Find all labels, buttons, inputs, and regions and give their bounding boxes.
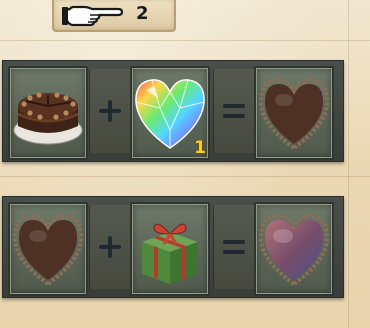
result-slot[interactable] [254,66,334,160]
selection-counter[interactable]: 2 [52,0,176,32]
chocolate-cake-icon [13,92,83,145]
background-line [0,40,370,41]
equals-operator: = [213,69,255,153]
equals-icon [223,104,245,118]
ingredient-slot[interactable] [130,202,210,296]
equals-icon [223,240,245,254]
plus-icon [99,236,121,258]
background-line [348,0,349,328]
glossy-chocolate-heart-icon [258,213,330,287]
selection-count: 2 [136,3,149,24]
ingredient-slot[interactable]: 1 [130,66,210,160]
ingredient-slot[interactable] [8,202,88,296]
gift-box-icon [142,223,198,284]
chocolate-heart-icon [12,213,84,287]
ingredient-slot[interactable] [8,66,88,160]
equals-operator: = [213,205,255,289]
pointing-hand-icon [62,5,124,27]
recipe-row: + = [2,196,344,298]
plus-operator: + [89,205,131,289]
item-quantity: 1 [194,138,206,158]
background-line [0,176,370,177]
plus-operator: + [89,69,131,153]
chocolate-heart-icon [258,77,330,151]
plus-icon [99,100,121,122]
recipe-row: + 1 = [2,60,344,162]
result-slot[interactable] [254,202,334,296]
